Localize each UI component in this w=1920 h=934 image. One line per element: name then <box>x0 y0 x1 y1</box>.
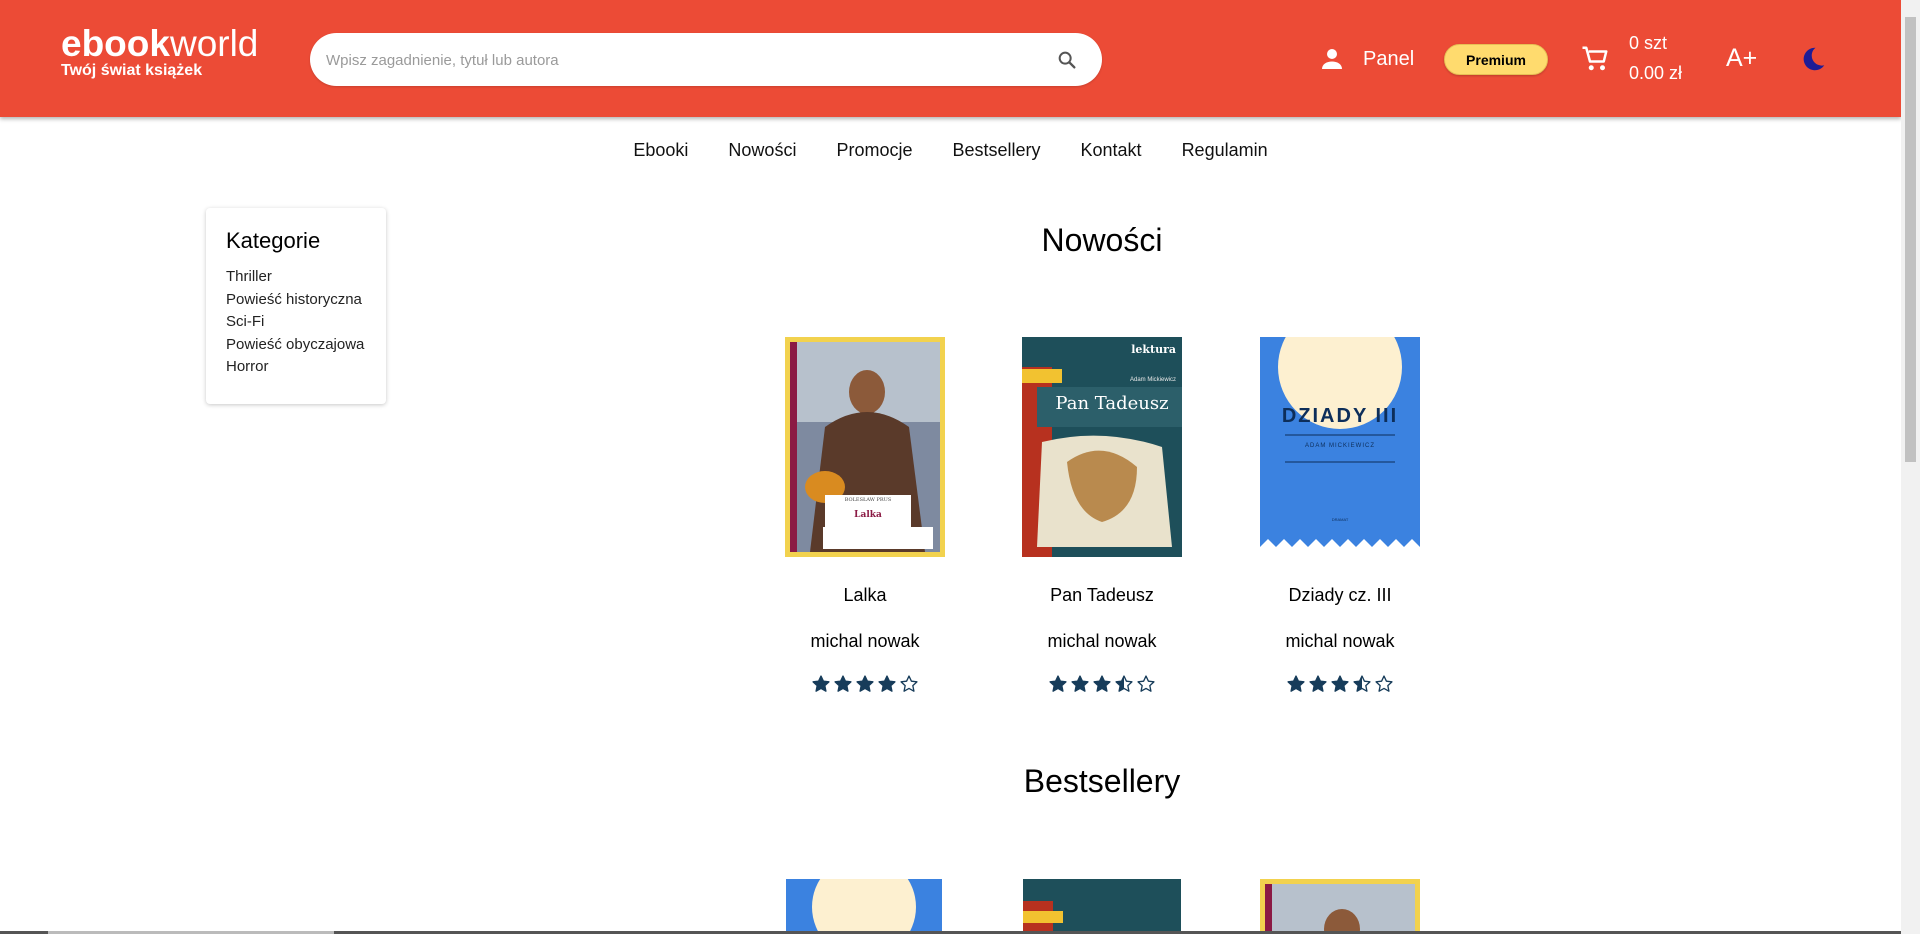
search-input[interactable] <box>324 33 1048 88</box>
star-full-icon <box>1093 675 1111 692</box>
star-rating <box>780 674 950 696</box>
book-cover[interactable] <box>1017 879 1187 933</box>
star-half-icon <box>1115 675 1133 692</box>
book-card[interactable]: lektura Adam Mickiewicz Pan Tadeusz Pan … <box>1017 337 1187 696</box>
star-full-icon <box>1331 675 1349 692</box>
book-cover[interactable]: DZIADY III ADAM MICKIEWICZ DRAMAT <box>1260 337 1420 557</box>
moon-icon[interactable] <box>1798 44 1828 74</box>
search-icon[interactable] <box>1056 49 1078 71</box>
font-size-button[interactable]: A+ <box>1726 44 1757 73</box>
cover-genre: DRAMAT <box>1331 517 1349 522</box>
book-title[interactable]: Lalka <box>780 585 950 606</box>
cover-author: ADAM MICKIEWICZ <box>1305 443 1375 449</box>
star-full-icon <box>1071 675 1089 692</box>
search-bar <box>310 33 1102 88</box>
panel-label: Panel <box>1363 47 1415 70</box>
logo-light-text: world <box>169 23 259 64</box>
book-title[interactable]: Dziady cz. III <box>1255 585 1425 606</box>
category-horror[interactable]: Horror <box>226 356 386 379</box>
nav-ebooki[interactable]: Ebooki <box>633 140 688 161</box>
star-full-icon <box>834 675 852 692</box>
cover-series: lektura <box>1131 343 1176 356</box>
star-empty-icon <box>1375 675 1393 692</box>
cover-title: DZIADY III <box>1281 405 1399 427</box>
scrollbar[interactable] <box>1901 0 1920 934</box>
user-icon <box>1322 49 1342 69</box>
book-card[interactable]: BOLESŁAW PRUS Lalka Lalka michal nowak <box>780 337 950 696</box>
nav-regulamin[interactable]: Regulamin <box>1182 140 1268 161</box>
book-title[interactable]: Pan Tadeusz <box>1017 585 1187 606</box>
category-scifi[interactable]: Sci-Fi <box>226 311 386 334</box>
cover-author: Adam Mickiewicz <box>1129 377 1176 383</box>
cart-icon[interactable] <box>1580 44 1610 74</box>
category-thriller[interactable]: Thriller <box>226 266 386 289</box>
star-empty-icon <box>1137 675 1155 692</box>
star-full-icon <box>878 675 896 692</box>
top-bar: ebookworld Twój świat książek Panel Prem… <box>0 0 1901 117</box>
star-full-icon <box>812 675 830 692</box>
nav-nowosci[interactable]: Nowości <box>728 140 796 161</box>
book-cover[interactable] <box>780 879 950 933</box>
book-author[interactable]: michal nowak <box>780 631 950 652</box>
logo[interactable]: ebookworld Twój świat książek <box>61 22 258 80</box>
scrollbar-thumb[interactable] <box>1905 17 1916 462</box>
premium-button[interactable]: Premium <box>1444 44 1548 75</box>
star-empty-icon <box>900 675 918 692</box>
book-cover-art <box>1022 337 1182 557</box>
category-custom[interactable]: Powieść obyczajowa <box>226 334 386 357</box>
book-cover[interactable] <box>1255 879 1425 933</box>
section-title-bestsellers: Bestsellery <box>1023 763 1181 799</box>
star-rating <box>1017 674 1187 696</box>
book-author[interactable]: michal nowak <box>1017 631 1187 652</box>
star-half-icon <box>1353 675 1371 692</box>
category-historical[interactable]: Powieść historyczna <box>226 289 386 312</box>
cart-quantity[interactable]: 0 szt <box>1629 33 1667 54</box>
book-cover-art <box>786 879 942 933</box>
book-cover-art <box>785 337 945 557</box>
cover-title: Lalka <box>854 510 882 520</box>
nav-bestsellery[interactable]: Bestsellery <box>952 140 1040 161</box>
cover-author: BOLESŁAW PRUS <box>844 497 892 503</box>
panel-button[interactable]: Panel <box>1317 44 1414 74</box>
cover-title: Pan Tadeusz <box>1055 393 1169 414</box>
book-cover-art <box>1023 879 1181 933</box>
book-card[interactable]: DZIADY III ADAM MICKIEWICZ DRAMAT Dziady… <box>1255 337 1425 696</box>
star-full-icon <box>1309 675 1327 692</box>
logo-bold-text: ebook <box>61 23 170 64</box>
book-cover-art <box>1260 879 1420 933</box>
star-full-icon <box>1049 675 1067 692</box>
nav-kontakt[interactable]: Kontakt <box>1081 140 1142 161</box>
book-author[interactable]: michal nowak <box>1255 631 1425 652</box>
cart-total[interactable]: 0.00 zł <box>1629 63 1682 84</box>
section-title-new: Nowości <box>1041 222 1163 258</box>
main-nav: Ebooki Nowości Promocje Bestsellery Kont… <box>0 140 1901 161</box>
book-cover[interactable]: lektura Adam Mickiewicz Pan Tadeusz <box>1022 337 1182 557</box>
book-cover[interactable]: BOLESŁAW PRUS Lalka <box>785 337 945 557</box>
star-full-icon <box>1287 675 1305 692</box>
nav-promocje[interactable]: Promocje <box>836 140 912 161</box>
star-rating <box>1255 674 1425 696</box>
star-full-icon <box>856 675 874 692</box>
